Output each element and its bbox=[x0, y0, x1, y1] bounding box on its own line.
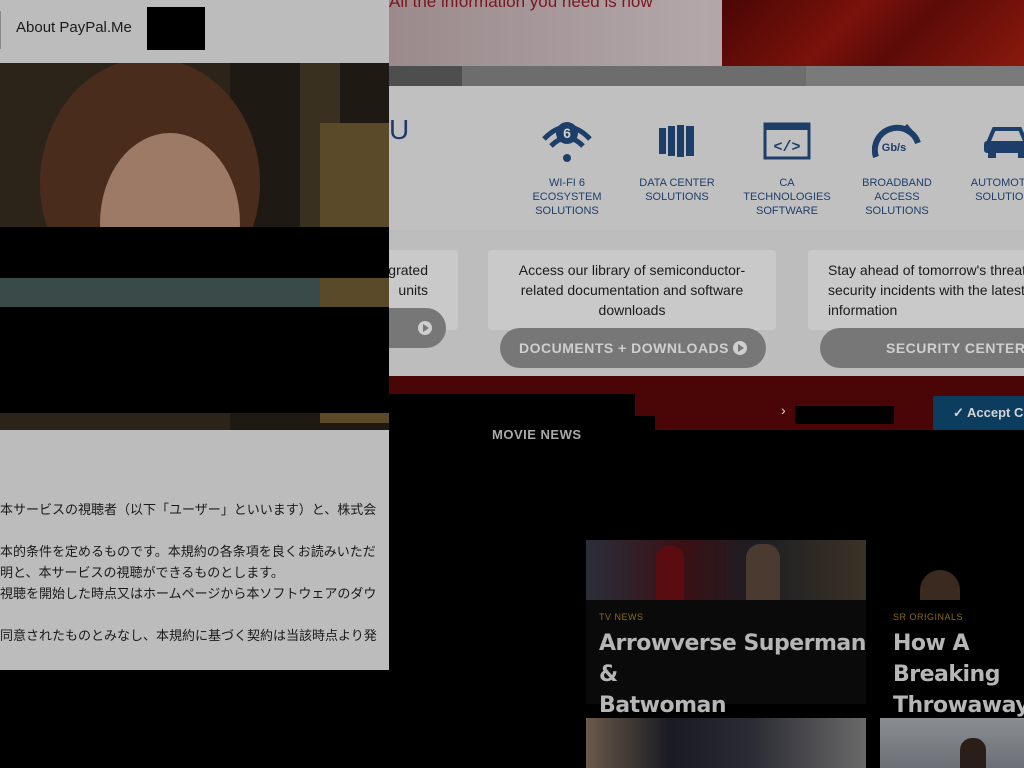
play-icon bbox=[733, 341, 747, 355]
terms-text: 本サービスの視聴者（以下「ユーザー」といいます）と、株式会 本的条件を定めるもの… bbox=[0, 430, 389, 670]
carousel-segment[interactable] bbox=[462, 66, 804, 86]
redacted-block bbox=[147, 7, 205, 50]
solution-data-center[interactable]: DATA CENTER SOLUTIONS bbox=[622, 116, 732, 204]
partial-heading: U bbox=[389, 114, 410, 145]
speedometer-icon: Gb/s bbox=[842, 116, 952, 166]
terms-line: 明と、本サービスの視聴ができるものとします。 bbox=[0, 565, 284, 580]
hero-image bbox=[722, 0, 1024, 66]
documents-button-label: DOCUMENTS + DOWNLOADS bbox=[519, 340, 729, 356]
terms-line: 本的条件を定めるものです。本規約の各条項を良くお読みいただ bbox=[0, 544, 376, 559]
data-center-icon bbox=[622, 116, 732, 166]
solution-label: CA TECHNOLOGIES SOFTWARE bbox=[743, 177, 831, 217]
terms-line: 本サービスの視聴者（以下「ユーザー」といいます）と、株式会 bbox=[0, 502, 377, 517]
movie-news-heading: MOVIE NEWS bbox=[492, 427, 582, 442]
play-icon bbox=[418, 321, 432, 335]
paypal-header: About PayPal.Me bbox=[0, 0, 389, 63]
carousel-segment[interactable] bbox=[389, 66, 462, 86]
divider bbox=[0, 11, 1, 49]
code-window-icon: </> bbox=[732, 116, 842, 166]
solution-automotive[interactable]: AUTOMOTIVE SOLUTIONS bbox=[952, 116, 1024, 204]
accept-cookies-button[interactable]: ✓ Accept Cookies bbox=[933, 396, 1024, 430]
car-icon bbox=[952, 116, 1024, 166]
news-thumbnail[interactable] bbox=[880, 540, 1024, 600]
security-text: Stay ahead of tomorrow's threats securit… bbox=[828, 262, 1024, 318]
solution-broadband[interactable]: Gb/s BROADBAND ACCESS SOLUTIONS bbox=[842, 116, 952, 218]
svg-text:6: 6 bbox=[563, 125, 571, 141]
documents-card: Access our library of semiconductor-rela… bbox=[488, 250, 776, 330]
news-card[interactable]: TV NEWS Arrowverse Superman & Batwoman C… bbox=[586, 540, 866, 749]
redacted-block bbox=[795, 406, 894, 424]
chevron-right-icon[interactable]: › bbox=[781, 402, 786, 418]
solution-label: WI-FI 6 ECOSYSTEM SOLUTIONS bbox=[532, 177, 602, 217]
resource-cards: grated units Access our library of semic… bbox=[359, 230, 1024, 376]
solution-ca-technologies[interactable]: </> CA TECHNOLOGIES SOFTWARE bbox=[732, 116, 842, 218]
news-thumbnail[interactable] bbox=[880, 718, 1024, 768]
black-overlay bbox=[389, 394, 635, 416]
hero-progress-bar[interactable] bbox=[389, 66, 1024, 86]
security-center-button[interactable]: SECURITY CENTER bbox=[820, 328, 1024, 368]
svg-text:Gb/s: Gb/s bbox=[882, 142, 906, 154]
solution-label: AUTOMOTIVE SOLUTIONS bbox=[970, 177, 1024, 203]
documents-text: Access our library of semiconductor-rela… bbox=[518, 262, 746, 318]
documents-downloads-button[interactable]: DOCUMENTS + DOWNLOADS bbox=[500, 328, 766, 368]
black-overlay bbox=[0, 307, 389, 413]
black-overlay bbox=[0, 227, 389, 278]
woman-photo bbox=[0, 63, 389, 430]
security-button-label: SECURITY CENTER bbox=[886, 340, 1024, 356]
hero-text: All the information you need is now bbox=[389, 0, 653, 11]
solutions-strip: U 6 WI-FI 6 ECOSYSTEM SOLUTIONS DATA CEN… bbox=[389, 86, 1024, 230]
news-thumbnail[interactable] bbox=[586, 718, 866, 768]
news-tag: SR ORIGINALS bbox=[893, 612, 964, 622]
terms-line: 視聴を開始した時点又はホームページから本ソフトウェアのダウ bbox=[0, 586, 377, 601]
terms-line: 同意されたものとみなし、本規約に基づく契約は当該時点より発 bbox=[0, 628, 377, 643]
security-card: Stay ahead of tomorrow's threats securit… bbox=[808, 250, 1024, 330]
news-thumbnail[interactable] bbox=[586, 540, 866, 600]
left-panel: About PayPal.Me 本サービスの視聴者（以下「ユーザー」といいます）… bbox=[0, 0, 389, 670]
carousel-segment[interactable] bbox=[806, 66, 1024, 86]
solution-label: DATA CENTER SOLUTIONS bbox=[639, 177, 715, 203]
wifi-6-icon: 6 bbox=[512, 116, 622, 166]
svg-text:</>: </> bbox=[773, 139, 800, 156]
solution-wifi6[interactable]: 6 WI-FI 6 ECOSYSTEM SOLUTIONS bbox=[512, 116, 622, 218]
news-tag: TV NEWS bbox=[599, 612, 644, 622]
about-paypal-me-link[interactable]: About PayPal.Me bbox=[16, 19, 132, 36]
hero-banner: All the information you need is now bbox=[389, 0, 1024, 66]
solution-label: BROADBAND ACCESS SOLUTIONS bbox=[862, 177, 932, 217]
news-card[interactable]: SR ORIGINALS How A Breaking Throwaway Li… bbox=[880, 540, 1024, 749]
